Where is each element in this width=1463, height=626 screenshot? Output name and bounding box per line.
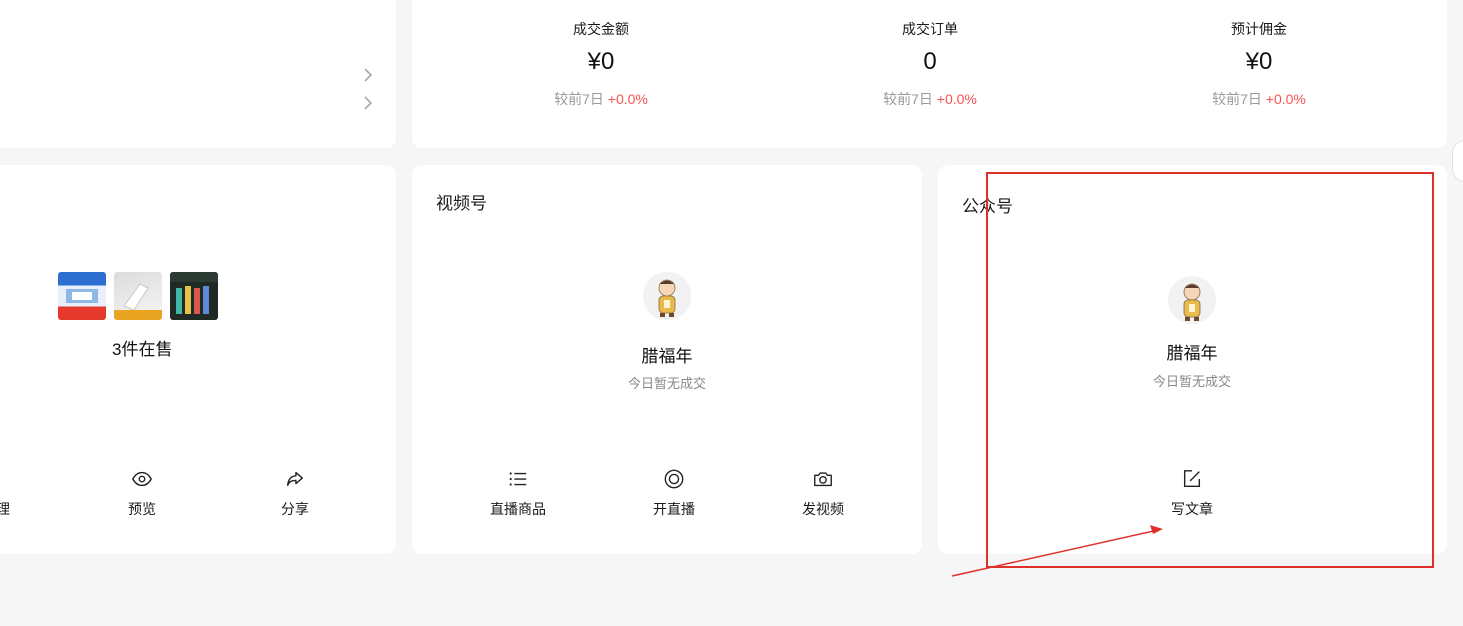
- annotation-arrow: [951, 525, 1163, 577]
